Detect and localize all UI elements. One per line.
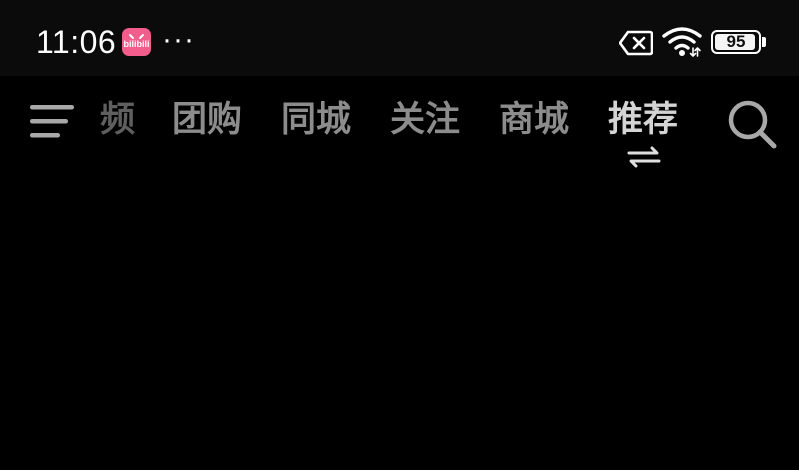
- app-screen: 11:06 bilibili ··· 95 频 团购 同城 关注 商城 推荐: [0, 0, 799, 470]
- status-bar: 11:06 bilibili ··· 95: [0, 0, 799, 76]
- top-tab-bar: 频 团购 同城 关注 商城 推荐: [0, 76, 799, 186]
- wifi-icon: [662, 27, 702, 57]
- bilibili-icon: bilibili: [122, 28, 151, 56]
- svg-text:bilibili: bilibili: [124, 39, 150, 49]
- tab-local[interactable]: 同城: [281, 96, 351, 144]
- tab-mall[interactable]: 商城: [499, 96, 569, 144]
- tab-video-partial[interactable]: 频: [100, 96, 135, 144]
- search-icon: [728, 100, 777, 149]
- menu-icon: [30, 105, 74, 138]
- search-button[interactable]: [724, 96, 780, 152]
- battery-tip: [762, 37, 766, 47]
- battery-percentage: 95: [726, 32, 746, 51]
- tab-group-buy[interactable]: 团购: [172, 96, 242, 144]
- swap-arrows-icon[interactable]: [626, 146, 662, 168]
- sim-error-icon: [619, 30, 653, 56]
- feed-content-area[interactable]: [0, 186, 799, 470]
- more-notifications-icon: ···: [162, 23, 195, 56]
- tab-recommend[interactable]: 推荐: [608, 96, 678, 144]
- battery-indicator: 95: [711, 30, 761, 54]
- status-time: 11:06: [36, 24, 117, 60]
- menu-button[interactable]: [24, 98, 80, 148]
- tab-following[interactable]: 关注: [390, 96, 460, 144]
